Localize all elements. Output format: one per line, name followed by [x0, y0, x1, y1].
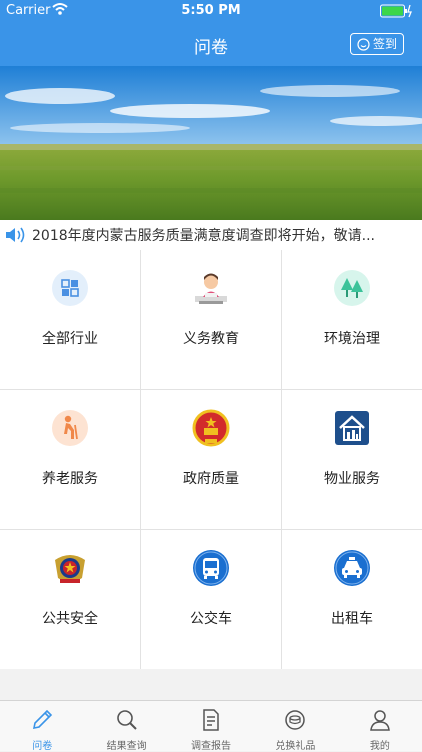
property-building-icon [335, 411, 369, 445]
search-icon [116, 710, 137, 730]
announcement-text: 2018年度内蒙古服务质量满意度调查即将开始，敬请... [32, 228, 375, 244]
banner-image[interactable] [0, 66, 422, 220]
tab-mine[interactable]: 我的 [338, 701, 422, 752]
grassland-banner-picture [0, 66, 422, 220]
tab-questionnaire[interactable]: 问卷 [0, 701, 84, 752]
status-bar: Carrier 5:50 PM [0, 0, 422, 22]
battery-icon [380, 4, 412, 18]
smile-icon [357, 37, 370, 51]
category-label: 公交车 [190, 611, 232, 627]
bus-icon [193, 550, 229, 586]
elderly-icon [52, 410, 88, 446]
grid-icon [52, 270, 88, 306]
status-time: 5:50 PM [181, 3, 241, 18]
checkin-label: 签到 [372, 37, 397, 51]
tab-survey-report[interactable]: 调查报告 [169, 701, 253, 752]
tab-redeem-gifts[interactable]: 兑换礼品 [253, 701, 337, 752]
speaker-icon [6, 227, 25, 243]
category-all-industries[interactable]: 全部行业 [0, 250, 140, 389]
category-taxi[interactable]: 出租车 [282, 530, 422, 669]
document-icon [203, 709, 219, 731]
checkin-button[interactable]: 签到 [349, 33, 404, 55]
category-label: 全部行业 [42, 331, 98, 347]
category-elderly-care[interactable]: 养老服务 [0, 390, 140, 529]
category-label: 环境治理 [324, 331, 380, 347]
category-property-service[interactable]: 物业服务 [282, 390, 422, 529]
person-icon [369, 710, 390, 731]
announcement-ticker[interactable]: 2018年度内蒙古服务质量满意度调查即将开始，敬请... [0, 220, 422, 250]
tab-result-query[interactable]: 结果查询 [84, 701, 168, 752]
category-label: 公共安全 [42, 611, 98, 627]
category-public-safety[interactable]: 公共安全 [0, 530, 140, 669]
category-label: 义务教育 [183, 331, 239, 347]
category-label: 政府质量 [183, 471, 239, 487]
category-label: 出租车 [331, 611, 373, 627]
category-label: 养老服务 [42, 471, 98, 487]
taxi-icon [334, 550, 370, 586]
category-label: 物业服务 [324, 471, 380, 487]
category-government-quality[interactable]: 政府质量 [141, 390, 281, 529]
coins-icon [285, 710, 306, 730]
nav-bar: 问卷 签到 [0, 22, 422, 66]
category-bus[interactable]: 公交车 [141, 530, 281, 669]
tab-bar: 问卷 结果查询 调查报告 兑换礼品 我的 [0, 700, 422, 752]
category-environment[interactable]: 环境治理 [282, 250, 422, 389]
police-badge-icon [55, 555, 85, 583]
pencil-icon [33, 709, 53, 730]
trees-icon [334, 270, 370, 306]
student-icon [195, 273, 227, 304]
category-grid: 全部行业 义务教育 环境治理 养老服务 政府质量 物业服务 公共安全 公交车 出… [0, 250, 422, 669]
category-compulsory-education[interactable]: 义务教育 [141, 250, 281, 389]
national-emblem-icon [192, 409, 230, 447]
